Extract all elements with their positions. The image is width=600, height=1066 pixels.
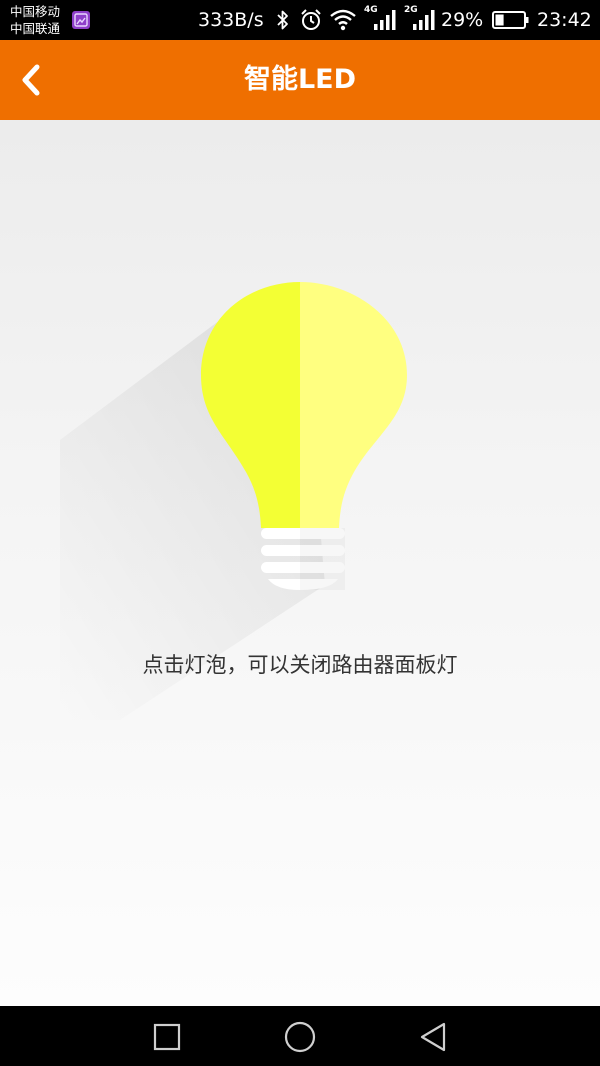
light-bulb-button[interactable]	[0, 120, 600, 720]
signal-2g-icon	[413, 10, 435, 30]
navigation-bar	[0, 1006, 600, 1066]
network-speed: 333B/s	[198, 9, 264, 31]
hint-text: 点击灯泡，可以关闭路由器面板灯	[142, 653, 458, 677]
battery-icon	[492, 11, 529, 29]
battery-percent: 29%	[441, 9, 484, 31]
alarm-icon	[301, 9, 321, 30]
recent-apps-square-icon[interactable]	[150, 1020, 184, 1054]
status-bar: 中国移动 中国联通 333B/s 4G 2G 29% 23:42	[0, 0, 600, 40]
back-triangle-icon[interactable]	[416, 1020, 450, 1054]
clock: 23:42	[537, 9, 592, 31]
bluetooth-icon	[277, 10, 288, 30]
app-bar: 智能LED	[0, 40, 600, 120]
gallery-notification-icon	[72, 11, 90, 29]
carrier-info: 中国移动 中国联通	[10, 3, 60, 37]
signal-4g-icon	[374, 10, 396, 30]
carrier-1: 中国移动	[10, 4, 61, 19]
main-content: 点击灯泡，可以关闭路由器面板灯	[0, 120, 600, 1006]
carrier-2: 中国联通	[10, 21, 61, 36]
home-circle-icon[interactable]	[283, 1020, 317, 1054]
wifi-icon	[330, 9, 356, 31]
page-title: 智能LED	[243, 64, 357, 95]
bulb-glass-right	[300, 282, 407, 528]
